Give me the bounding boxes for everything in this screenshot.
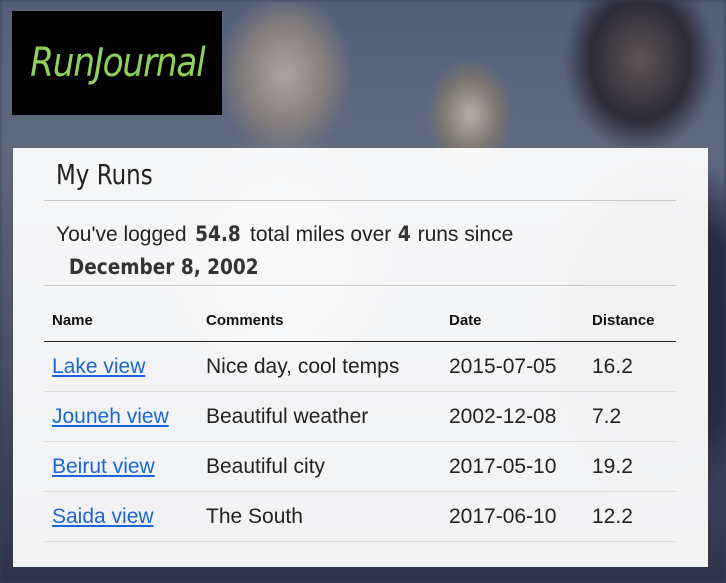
- summary-middle1: total miles over: [250, 223, 392, 246]
- run-name-cell: Beirut view: [44, 441, 198, 492]
- run-distance-cell: 12.2: [584, 491, 676, 542]
- page-title: My Runs: [56, 158, 153, 191]
- run-distance-cell: 7.2: [584, 391, 676, 442]
- summary-middle2: runs since: [417, 223, 514, 246]
- run-link[interactable]: Jouneh view: [52, 405, 169, 428]
- table-row: Beirut view Beautiful city 2017-05-10 19…: [44, 441, 676, 492]
- runs-card: My Runs You've logged 54.8 total miles o…: [13, 148, 708, 567]
- run-link[interactable]: Lake view: [52, 355, 145, 378]
- runs-count-value: 4: [397, 222, 411, 246]
- title-divider: [44, 200, 676, 201]
- run-comments-cell: The South: [198, 491, 441, 542]
- app-logo[interactable]: RunJournal: [12, 11, 222, 115]
- run-date-cell: 2017-05-10: [441, 441, 584, 492]
- column-header-comments[interactable]: Comments: [198, 299, 441, 342]
- logo-text: RunJournal: [29, 40, 205, 86]
- run-date-cell: 2015-07-05: [441, 341, 584, 392]
- run-date-cell: 2017-06-10: [441, 491, 584, 542]
- runs-summary: You've logged 54.8 total miles over 4 ru…: [56, 218, 671, 284]
- run-name-cell: Saida view: [44, 491, 198, 542]
- since-date-value: December 8, 2002: [68, 255, 259, 279]
- column-header-distance[interactable]: Distance: [584, 299, 676, 342]
- run-link[interactable]: Beirut view: [52, 455, 155, 478]
- column-header-date[interactable]: Date: [441, 299, 584, 342]
- run-link[interactable]: Saida view: [52, 505, 154, 528]
- table-header-row: Name Comments Date Distance: [44, 299, 676, 342]
- table-row: Jouneh view Beautiful weather 2002-12-08…: [44, 391, 676, 442]
- summary-divider: [44, 285, 676, 286]
- run-comments-cell: Beautiful city: [198, 441, 441, 492]
- table-row: Saida view The South 2017-06-10 12.2: [44, 491, 676, 542]
- table-row: Lake view Nice day, cool temps 2015-07-0…: [44, 341, 676, 392]
- run-comments-cell: Nice day, cool temps: [198, 341, 441, 392]
- summary-prefix: You've logged: [56, 223, 187, 246]
- run-comments-cell: Beautiful weather: [198, 391, 441, 442]
- run-distance-cell: 19.2: [584, 441, 676, 492]
- total-miles-value: 54.8: [195, 222, 242, 246]
- runs-table: Name Comments Date Distance Lake view Ni…: [44, 299, 676, 542]
- run-name-cell: Jouneh view: [44, 391, 198, 442]
- run-date-cell: 2002-12-08: [441, 391, 584, 442]
- run-distance-cell: 16.2: [584, 341, 676, 392]
- column-header-name[interactable]: Name: [44, 299, 198, 342]
- run-name-cell: Lake view: [44, 341, 198, 392]
